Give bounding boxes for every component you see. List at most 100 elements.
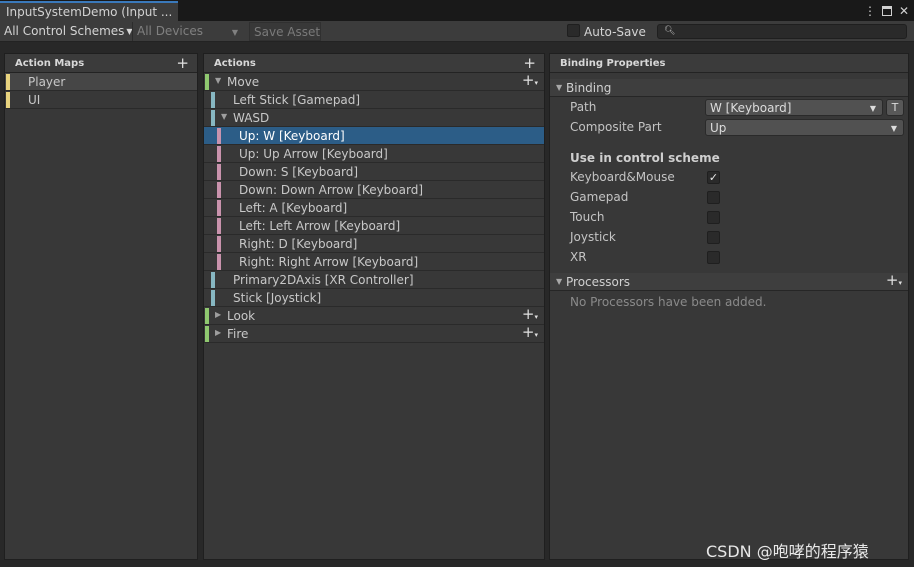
part-binding-label: Down: Down Arrow [Keyboard] [239,183,424,197]
actions-header: Actions + [204,54,544,73]
action-color-bar [205,308,209,324]
composite-part-label: Composite Part [570,120,662,134]
part-binding-row[interactable]: Right: D [Keyboard] [204,235,544,253]
part-binding-label: Right: Right Arrow [Keyboard] [239,255,419,269]
scheme-row-keyboard-mouse: Keyboard&Mouse ✓ [550,167,908,187]
binding-properties-pane: Binding Properties ▼ Binding Path W [Key… [549,53,909,560]
binding-row[interactable]: Primary2DAxis [XR Controller] [204,271,544,289]
search-icon: 🔍︎ [664,26,676,36]
part-binding-label: Up: W [Keyboard] [239,129,345,143]
binding-section-label: Binding [566,81,612,95]
scheme-label: Joystick [570,230,616,244]
action-map-item[interactable]: Player [5,73,197,91]
path-row: Path W [Keyboard] ▼ T [550,97,908,117]
expanded-triangle-icon: ▼ [556,277,563,286]
control-scheme-title-text: Use in control scheme [570,151,720,165]
binding-label: Primary2DAxis [XR Controller] [233,273,414,287]
add-binding-icon[interactable]: +▾ [522,323,538,341]
auto-save-label: Auto-Save [584,25,646,39]
collapsed-triangle-icon[interactable]: ▶ [215,328,221,337]
scheme-checkbox[interactable] [707,211,720,224]
control-schemes-label: All Control Schemes [4,24,125,38]
more-options-icon[interactable]: ⋮ [864,4,876,18]
scheme-label: Gamepad [570,190,629,204]
binding-row[interactable]: Left Stick [Gamepad] [204,91,544,109]
action-map-label: UI [28,93,41,107]
search-input[interactable]: 🔍︎ [657,24,907,39]
part-binding-row[interactable]: Up: Up Arrow [Keyboard] [204,145,544,163]
part-binding-label: Right: D [Keyboard] [239,237,358,251]
binding-label: Stick [Joystick] [233,291,322,305]
path-value: W [Keyboard] [710,101,792,115]
part-color-bar [217,182,221,198]
action-map-item[interactable]: UI [5,91,197,109]
action-label: Fire [227,327,249,341]
part-color-bar [217,200,221,216]
part-color-bar [217,146,221,162]
action-row-move[interactable]: ▼ Move +▾ [204,71,544,91]
part-binding-row[interactable]: Right: Right Arrow [Keyboard] [204,253,544,271]
watermark: CSDN @咆哮的程序猿 [706,542,869,561]
map-color-bar [6,92,10,108]
binding-color-bar [211,272,215,288]
scheme-row-touch: Touch [550,207,908,227]
processors-empty-message: No Processors have been added. [550,291,908,311]
composite-part-row: Composite Part Up ▼ [550,117,908,137]
part-binding-row[interactable]: Left: A [Keyboard] [204,199,544,217]
binding-row[interactable]: Stick [Joystick] [204,289,544,307]
control-scheme-title: Use in control scheme [550,145,908,167]
scheme-checkbox[interactable] [707,231,720,244]
action-label: Move [227,75,260,89]
collapsed-triangle-icon[interactable]: ▶ [215,310,221,319]
text-mode-button[interactable]: T [886,99,904,116]
binding-color-bar [211,110,215,126]
binding-properties-header: Binding Properties [550,54,908,73]
binding-section-header[interactable]: ▼ Binding [550,79,908,97]
processors-section-label: Processors [566,275,631,289]
map-color-bar [6,74,10,90]
scheme-checkbox[interactable] [707,251,720,264]
part-binding-label: Up: Up Arrow [Keyboard] [239,147,388,161]
auto-save-checkbox[interactable] [567,24,580,37]
processors-section-header[interactable]: ▼ Processors +▾ [550,271,908,291]
part-binding-row[interactable]: Up: W [Keyboard] [204,127,544,145]
add-action-map-icon[interactable]: + [176,54,189,72]
expanded-triangle-icon[interactable]: ▼ [215,76,221,85]
action-row-fire[interactable]: ▶ Fire +▾ [204,323,544,343]
actions-pane: Actions + ▼ Move +▾ Left Stick [Gamepad]… [203,53,545,560]
save-asset-button[interactable]: Save Asset [249,22,321,41]
scheme-label: XR [570,250,587,264]
part-binding-label: Left: Left Arrow [Keyboard] [239,219,401,233]
part-binding-row[interactable]: Left: Left Arrow [Keyboard] [204,217,544,235]
control-schemes-dropdown[interactable]: All Control Schemes ▼ [0,22,133,41]
window-controls: ⋮ ✕ [864,1,910,21]
path-dropdown[interactable]: W [Keyboard] ▼ [705,99,883,116]
expanded-triangle-icon[interactable]: ▼ [221,112,227,121]
part-color-bar [217,236,221,252]
add-action-icon[interactable]: + [523,54,536,72]
composite-label: WASD [233,111,270,125]
composite-row-wasd[interactable]: ▼ WASD [204,109,544,127]
maximize-icon[interactable] [882,6,892,16]
processors-empty-text: No Processors have been added. [570,295,767,309]
part-binding-row[interactable]: Down: Down Arrow [Keyboard] [204,181,544,199]
scheme-row-xr: XR [550,247,908,267]
part-binding-label: Left: A [Keyboard] [239,201,348,215]
action-maps-header: Action Maps + [5,54,197,73]
action-maps-title: Action Maps [15,58,85,69]
window-tab[interactable]: InputSystemDemo (Input ... [0,1,178,21]
add-processor-icon[interactable]: +▾ [886,271,902,289]
binding-color-bar [211,92,215,108]
composite-part-dropdown[interactable]: Up ▼ [705,119,904,136]
action-row-look[interactable]: ▶ Look +▾ [204,305,544,325]
close-icon[interactable]: ✕ [898,4,910,18]
binding-properties-title: Binding Properties [560,58,666,69]
scheme-checkbox-checked[interactable]: ✓ [707,171,720,184]
add-binding-icon[interactable]: +▾ [522,71,538,89]
devices-dropdown[interactable]: All Devices ▼ [132,22,244,41]
scheme-checkbox[interactable] [707,191,720,204]
scheme-label: Touch [570,210,605,224]
add-binding-icon[interactable]: +▾ [522,305,538,323]
binding-color-bar [211,290,215,306]
part-binding-row[interactable]: Down: S [Keyboard] [204,163,544,181]
